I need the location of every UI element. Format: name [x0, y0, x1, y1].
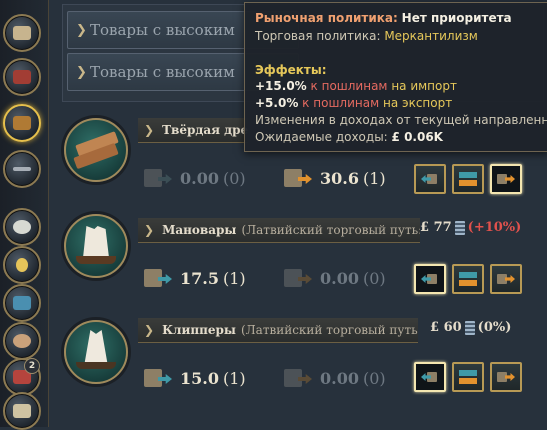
export-value: 30.6 (1) — [320, 168, 386, 188]
good-name: Клипперы — [162, 323, 236, 337]
export-priority-button[interactable] — [490, 164, 522, 194]
military-icon[interactable] — [3, 150, 41, 188]
export-crate-icon — [284, 166, 312, 190]
export-value: 0.00 (0) — [320, 368, 386, 388]
export-flow: 0.00 (0) — [284, 366, 386, 390]
good-name: Твёрдая древес — [162, 123, 248, 137]
balanced-trade-button[interactable] — [452, 264, 484, 294]
notification-badge: 2 — [24, 358, 40, 374]
man-o-war-icon — [64, 214, 128, 278]
import-crate-icon — [144, 266, 172, 290]
hardwood-icon — [64, 118, 128, 182]
tooltip-effect-export: +5.0% к пошлинам на экспорт — [255, 96, 453, 110]
chevron-right-icon: ❯ — [76, 64, 87, 80]
import-priority-button[interactable] — [414, 362, 446, 392]
good-price: £ 60 (0%) — [430, 320, 512, 335]
good-title[interactable]: ❯ Мановары (Латвийский торговый путь: 1) — [138, 218, 420, 243]
export-priority-button[interactable] — [490, 264, 522, 294]
supply-stack-icon — [454, 220, 465, 235]
left-sidebar: 2 — [0, 0, 49, 430]
chevron-right-icon: ❯ — [76, 22, 87, 38]
diplomacy-icon[interactable] — [3, 208, 41, 246]
chevron-right-icon: ❯ — [144, 123, 155, 137]
trade-icon[interactable] — [3, 104, 41, 142]
tooltip-effects-header: Эффекты: — [255, 63, 327, 77]
population-icon[interactable] — [3, 322, 41, 360]
export-flow: 30.6 (1) — [284, 166, 386, 190]
good-name: Мановары — [162, 223, 237, 237]
ledger-icon[interactable] — [3, 392, 41, 430]
good-title[interactable]: ❯ Твёрдая древес — [138, 118, 248, 143]
chevron-right-icon: ❯ — [144, 323, 155, 337]
tooltip-market-policy: Рыночная политика: Нет приоритета — [255, 11, 512, 25]
policy-buttons — [414, 362, 522, 392]
import-crate-icon — [144, 366, 172, 390]
import-priority-button[interactable] — [414, 264, 446, 294]
tech-icon[interactable] — [3, 246, 41, 284]
goods-icon[interactable] — [3, 14, 41, 52]
filter-label: Товары с высоким — [90, 21, 235, 39]
import-value: 0.00 (0) — [180, 168, 246, 188]
trade-policy-tooltip: Рыночная политика: Нет приоритета Торгов… — [244, 2, 547, 152]
export-crate-icon — [284, 366, 312, 390]
buildings-icon[interactable] — [3, 58, 41, 96]
balanced-trade-button[interactable] — [452, 164, 484, 194]
good-title[interactable]: ❯ Клипперы (Латвийский торговый путь: 1) — [138, 318, 418, 343]
trade-route-info: (Латвийский торговый путь: 1) — [241, 223, 420, 237]
import-priority-button[interactable] — [414, 164, 446, 194]
clipper-icon — [64, 320, 128, 384]
culture-icon[interactable] — [3, 284, 41, 322]
trade-good-row: ❯ Клипперы (Латвийский торговый путь: 1)… — [50, 318, 547, 418]
chevron-right-icon: ❯ — [144, 223, 155, 237]
export-crate-icon — [284, 266, 312, 290]
policy-buttons — [414, 264, 522, 294]
trade-route-info: (Латвийский торговый путь: 1) — [240, 323, 418, 337]
trade-good-row: ❯ Мановары (Латвийский торговый путь: 1)… — [50, 214, 547, 318]
import-value: 17.5 (1) — [180, 268, 246, 288]
filter-label: Товары с высоким — [90, 63, 235, 81]
import-value: 15.0 (1) — [180, 368, 246, 388]
good-price: £ 77 (+10%) — [420, 220, 522, 235]
tooltip-trade-policy: Торговая политика: Меркантилизм — [255, 29, 478, 43]
export-flow: 0.00 (0) — [284, 266, 386, 290]
balanced-trade-button[interactable] — [452, 362, 484, 392]
tooltip-income-change: Изменения в доходах от текущей направлен… — [255, 113, 547, 127]
export-value: 0.00 (0) — [320, 268, 386, 288]
import-flow: 17.5 (1) — [144, 266, 246, 290]
tooltip-effect-import: +15.0% к пошлинам на импорт — [255, 79, 457, 93]
tooltip-expected-income: Ожидаемые доходы: £ 0.06K — [255, 130, 443, 144]
import-crate-icon — [144, 166, 172, 190]
import-flow: 15.0 (1) — [144, 366, 246, 390]
policy-buttons — [414, 164, 522, 194]
import-flow: 0.00 (0) — [144, 166, 246, 190]
supply-stack-icon — [464, 320, 475, 335]
export-priority-button[interactable] — [490, 362, 522, 392]
